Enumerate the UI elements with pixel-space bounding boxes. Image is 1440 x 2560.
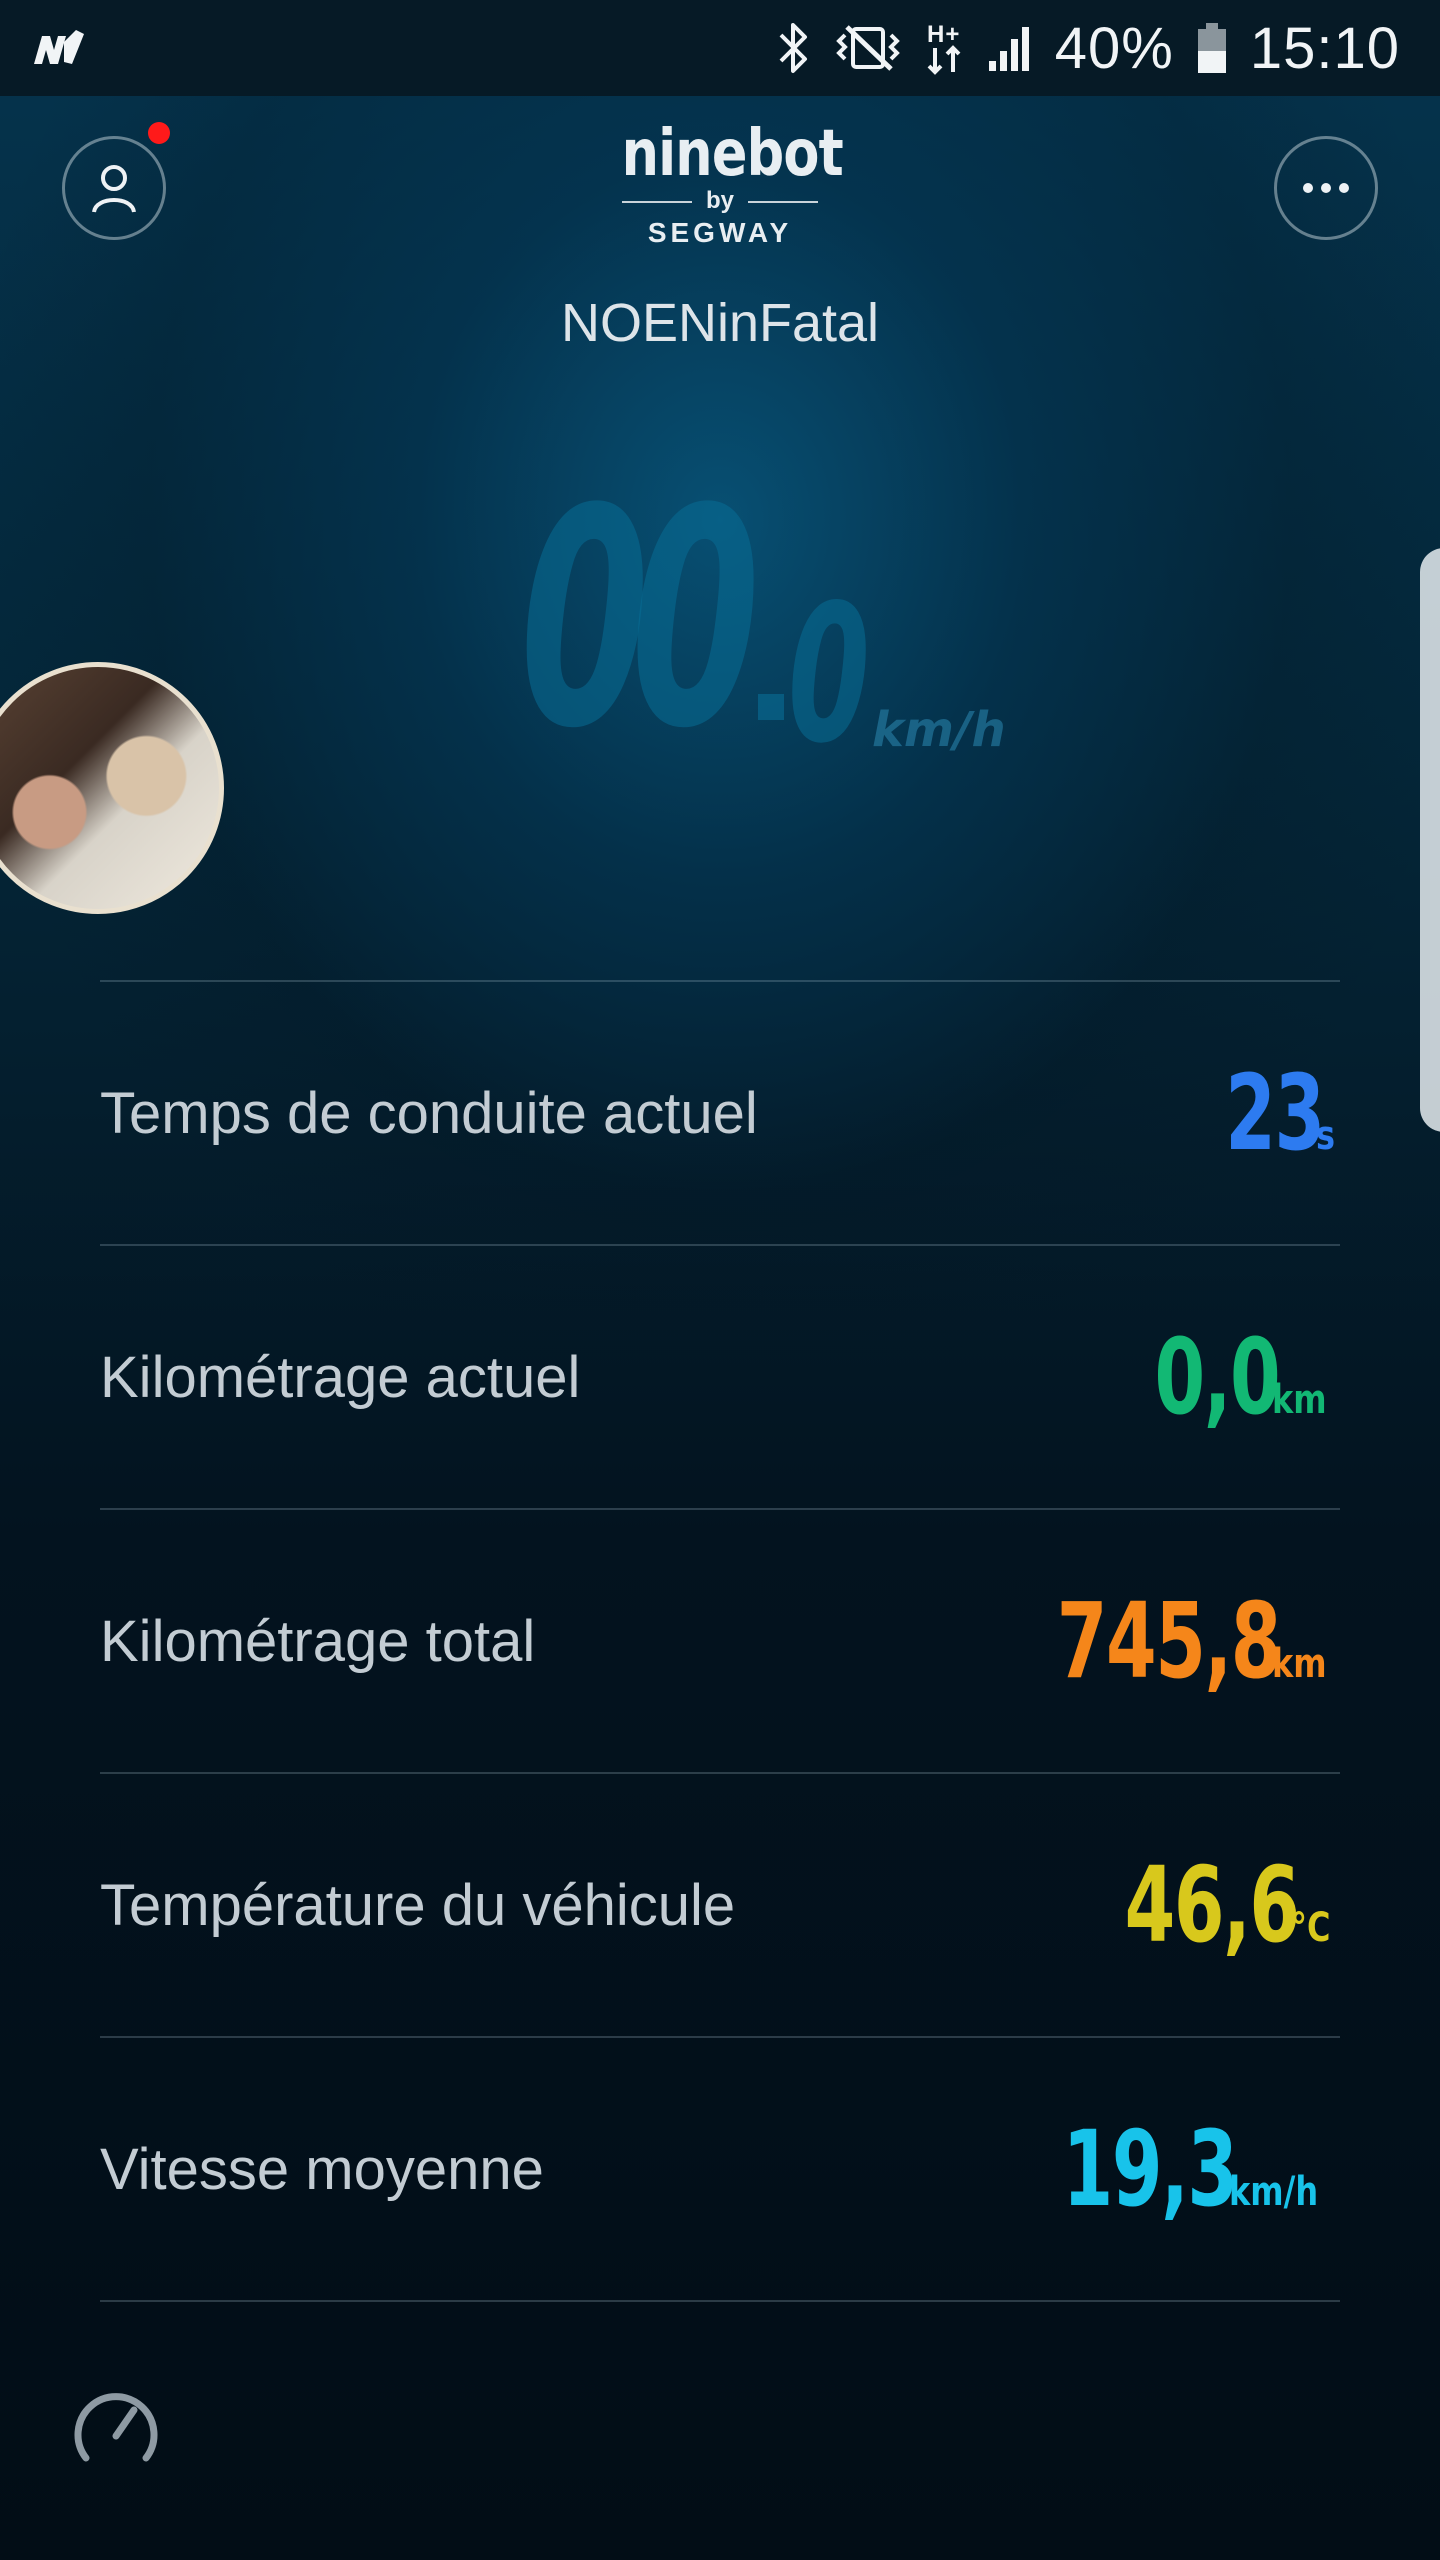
notification-dot: [148, 122, 170, 144]
stat-value: 46,6: [1124, 1844, 1300, 1966]
battery-percent: 40%: [1054, 15, 1174, 81]
bluetooth-icon: [777, 21, 811, 75]
stat-label: Vitesse moyenne: [100, 2136, 544, 2202]
ninebot-segway-logo: ninebot by SEGWAY: [600, 117, 844, 262]
more-dots-icon: [1303, 183, 1349, 193]
user-icon: [92, 165, 136, 213]
svg-text:H+: H+: [927, 21, 960, 48]
stat-unit: s: [1316, 1113, 1336, 1159]
more-options-button[interactable]: [1274, 136, 1378, 240]
logo-partner: SEGWAY: [647, 217, 793, 248]
stat-row-driving-time: Temps de conduite actuel 23 s: [100, 982, 1340, 1244]
stat-value: 745,8: [1056, 1580, 1281, 1702]
device-name: NOENinFatal: [560, 293, 880, 353]
stat-value-group: 0,0 km: [1101, 1316, 1340, 1438]
stat-label: Temps de conduite actuel: [100, 1080, 758, 1146]
stat-unit: °C: [1290, 1905, 1331, 1951]
stat-row-total-distance: Kilométrage total 745,8 km: [100, 1510, 1340, 1772]
stat-value: 0,0: [1154, 1316, 1281, 1438]
status-bar: H+ 40% 15:10: [0, 0, 1440, 96]
speed-decimal-point: [758, 694, 784, 720]
divider: [100, 2300, 1340, 2302]
stat-value-group: 23 s: [1183, 1052, 1340, 1174]
battery-icon: [1196, 21, 1228, 75]
speed-unit: km/h: [872, 702, 1006, 758]
stat-label: Kilométrage total: [100, 1608, 536, 1674]
stat-label: Kilométrage actuel: [100, 1344, 581, 1410]
stat-label: Température du véhicule: [100, 1872, 736, 1938]
vibrate-icon: [833, 21, 903, 75]
stat-value: 19,3: [1062, 2108, 1238, 2230]
speed-integer: 00: [520, 445, 760, 794]
hplus-data-icon: H+: [925, 18, 965, 78]
stat-unit: km/h: [1228, 2169, 1318, 2215]
signal-icon: [987, 23, 1033, 73]
side-panel-handle[interactable]: [1420, 548, 1440, 1132]
stat-unit: km: [1271, 1377, 1327, 1423]
stat-value-group: 46,6 °C: [1050, 1844, 1340, 1966]
stat-value-group: 19,3 km/h: [988, 2108, 1340, 2230]
speed-readout: 00 0 km/h: [520, 470, 1040, 770]
profile-button[interactable]: [62, 136, 166, 240]
stat-unit: km: [1271, 1641, 1327, 1687]
clock: 15:10: [1249, 15, 1400, 81]
stat-value-group: 745,8 km: [961, 1580, 1340, 1702]
nrj-radio-icon: [34, 30, 84, 64]
stat-row-vehicle-temperature: Température du véhicule 46,6 °C: [100, 1774, 1340, 2036]
speedometer-icon[interactable]: [70, 2384, 162, 2476]
stat-row-current-distance: Kilométrage actuel 0,0 km: [100, 1246, 1340, 1508]
stat-row-average-speed: Vitesse moyenne 19,3 km/h: [100, 2038, 1340, 2300]
speed-decimal: 0: [788, 564, 870, 785]
stat-value: 23: [1225, 1052, 1326, 1174]
logo-by: by: [600, 186, 840, 216]
logo-brand: ninebot: [621, 117, 844, 191]
